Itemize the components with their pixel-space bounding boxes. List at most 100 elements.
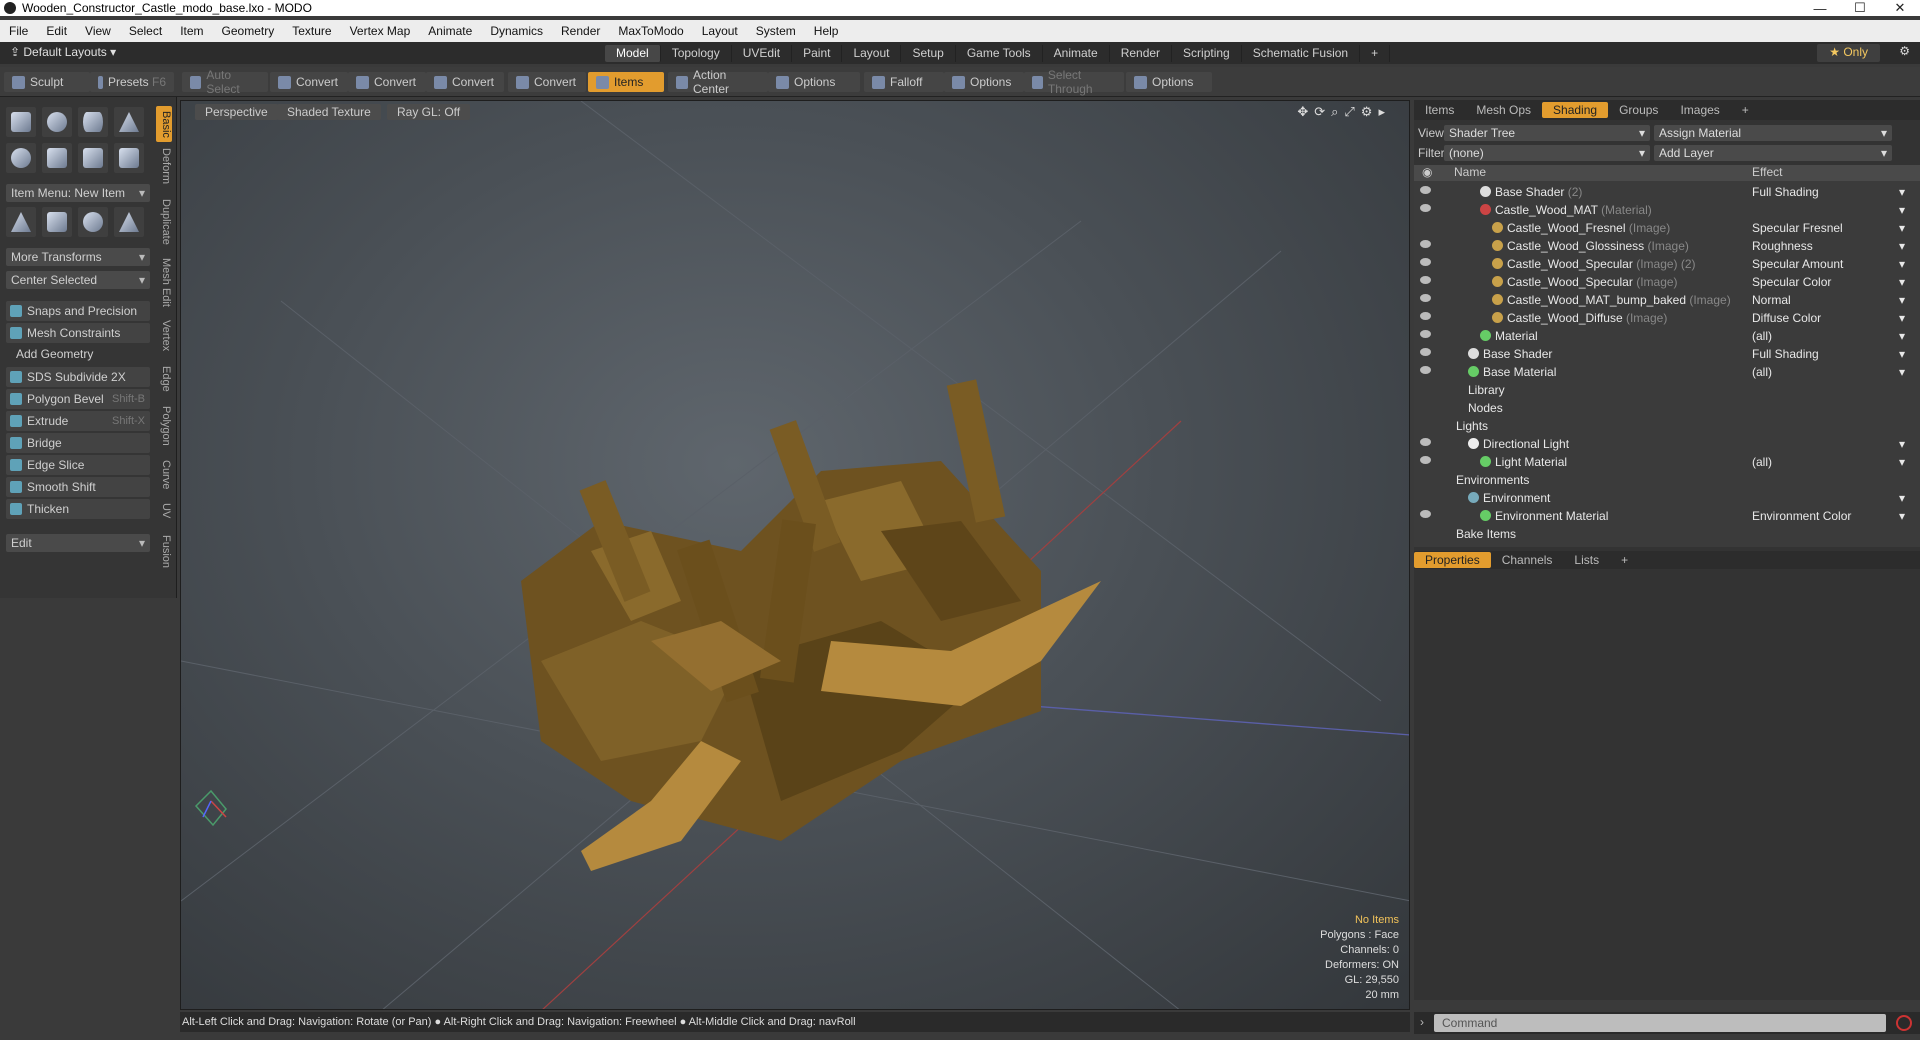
- transform-tool[interactable]: [6, 207, 36, 237]
- tab-game-tools[interactable]: Game Tools: [956, 45, 1043, 62]
- only-toggle[interactable]: ★ Only: [1817, 44, 1880, 62]
- effect-select[interactable]: [1749, 527, 1907, 543]
- 3d-viewport[interactable]: Perspective Shaded Texture Ray GL: Off ✥…: [180, 100, 1410, 1010]
- items-mode-button[interactable]: Items: [588, 72, 664, 92]
- name-column-header[interactable]: Name: [1454, 165, 1486, 179]
- effect-select[interactable]: Specular Fresnel: [1749, 221, 1907, 237]
- effect-select[interactable]: Specular Amount: [1749, 257, 1907, 273]
- visibility-eye-icon[interactable]: [1420, 510, 1431, 518]
- tree-row[interactable]: Castle_Wood_Glossiness (Image) Roughness: [1414, 237, 1920, 255]
- effect-select[interactable]: (all): [1749, 365, 1907, 381]
- thicken-button[interactable]: Thicken: [6, 499, 150, 519]
- tube-tool[interactable]: [42, 143, 72, 173]
- view-select[interactable]: Shader Tree: [1444, 125, 1650, 141]
- tree-row[interactable]: Material (all): [1414, 327, 1920, 345]
- tab-items[interactable]: Items: [1414, 102, 1465, 118]
- tab-lists[interactable]: Lists: [1563, 552, 1610, 568]
- grid-tool[interactable]: [42, 207, 72, 237]
- visibility-eye-icon[interactable]: [1420, 366, 1431, 374]
- tab-setup[interactable]: Setup: [901, 45, 956, 62]
- tree-row[interactable]: Light Material (all): [1414, 453, 1920, 471]
- effect-select[interactable]: Specular Color: [1749, 275, 1907, 291]
- visibility-eye-icon[interactable]: [1420, 204, 1431, 212]
- vtab-deform[interactable]: Deform: [156, 146, 172, 186]
- torus-tool[interactable]: [6, 143, 36, 173]
- add-tab-icon[interactable]: +: [1360, 45, 1391, 62]
- visibility-eye-icon[interactable]: [1420, 240, 1431, 248]
- tab-channels[interactable]: Channels: [1491, 552, 1564, 568]
- tab-paint[interactable]: Paint: [792, 45, 843, 62]
- default-layouts-dropdown[interactable]: ⇪ Default Layouts ▾: [10, 45, 116, 59]
- add-layer-select[interactable]: Add Layer: [1654, 145, 1892, 161]
- sds-subdivide-button[interactable]: SDS Subdivide 2X: [6, 367, 150, 387]
- effect-select[interactable]: Roughness: [1749, 239, 1907, 255]
- tree-row[interactable]: Castle_Wood_MAT_bump_baked (Image) Normal: [1414, 291, 1920, 309]
- visibility-eye-icon[interactable]: [1420, 330, 1431, 338]
- add-geometry-section[interactable]: Add Geometry: [6, 347, 150, 365]
- effect-select[interactable]: Normal: [1749, 293, 1907, 309]
- convert-button-4[interactable]: Convert: [508, 72, 586, 92]
- vtab-vertex[interactable]: Vertex: [156, 318, 172, 354]
- vtab-edge[interactable]: Edge: [156, 364, 172, 394]
- options-button-3[interactable]: Options: [1126, 72, 1212, 92]
- effect-select[interactable]: Full Shading: [1749, 347, 1907, 363]
- tab-groups[interactable]: Groups: [1608, 102, 1669, 118]
- vtab-fusion[interactable]: Fusion: [156, 532, 172, 572]
- edge-slice-button[interactable]: Edge Slice: [6, 455, 150, 475]
- tab-animate[interactable]: Animate: [1043, 45, 1110, 62]
- pyramid-tool[interactable]: [114, 207, 144, 237]
- visibility-eye-icon[interactable]: [1420, 276, 1431, 284]
- menu-item[interactable]: Item: [171, 24, 212, 38]
- effect-column-header[interactable]: Effect: [1752, 165, 1782, 179]
- center-selected-dropdown[interactable]: Center Selected: [6, 271, 150, 289]
- menu-texture[interactable]: Texture: [283, 24, 340, 38]
- menu-dynamics[interactable]: Dynamics: [481, 24, 552, 38]
- sphere-tool[interactable]: [42, 107, 72, 137]
- visibility-eye-icon[interactable]: [1420, 312, 1431, 320]
- tab-scripting[interactable]: Scripting: [1172, 45, 1242, 62]
- menu-system[interactable]: System: [747, 24, 805, 38]
- tab-shading[interactable]: Shading: [1542, 102, 1609, 118]
- minimize-icon[interactable]: —: [1800, 0, 1840, 16]
- mesh-constraints-button[interactable]: Mesh Constraints: [6, 323, 150, 343]
- action-center-button[interactable]: Action Center: [668, 68, 768, 96]
- presets-button[interactable]: Presets F6: [90, 72, 174, 92]
- vtab-curve[interactable]: Curve: [156, 458, 172, 492]
- tree-row[interactable]: Castle_Wood_Specular (Image) (2) Specular…: [1414, 255, 1920, 273]
- menu-edit[interactable]: Edit: [37, 24, 76, 38]
- record-icon[interactable]: [1896, 1015, 1912, 1031]
- tab-properties[interactable]: Properties: [1414, 552, 1491, 568]
- options-button-2[interactable]: Options: [944, 72, 1024, 92]
- menu-maxtomodo[interactable]: MaxToModo: [609, 24, 692, 38]
- pen-tool[interactable]: [78, 143, 108, 173]
- cylinder-tool[interactable]: [78, 107, 108, 137]
- visibility-eye-icon[interactable]: [1420, 258, 1431, 266]
- command-input[interactable]: Command: [1434, 1014, 1886, 1032]
- smooth-shift-button[interactable]: Smooth Shift: [6, 477, 150, 497]
- effect-select[interactable]: Full Shading: [1749, 185, 1907, 201]
- effect-select[interactable]: [1749, 419, 1907, 435]
- filter-select[interactable]: (none): [1444, 145, 1650, 161]
- extrude-button[interactable]: Extrude Shift-X: [6, 411, 150, 431]
- options-button-1[interactable]: Options: [768, 72, 860, 92]
- vtab-polygon[interactable]: Polygon: [156, 404, 172, 448]
- vtab-basic[interactable]: Basic: [156, 106, 172, 142]
- text-tool[interactable]: [114, 143, 144, 173]
- effect-select[interactable]: (all): [1749, 329, 1907, 345]
- snaps-precision-button[interactable]: Snaps and Precision: [6, 301, 150, 321]
- maximize-icon[interactable]: ☐: [1840, 0, 1880, 16]
- effect-select[interactable]: Diffuse Color: [1749, 311, 1907, 327]
- sculpt-button[interactable]: Sculpt: [4, 72, 90, 92]
- visibility-eye-icon[interactable]: [1420, 438, 1431, 446]
- tab-render[interactable]: Render: [1110, 45, 1173, 62]
- tree-row[interactable]: Library: [1414, 381, 1920, 399]
- tree-row[interactable]: Castle_Wood_MAT (Material): [1414, 201, 1920, 219]
- effect-select[interactable]: [1749, 437, 1907, 453]
- item-menu-dropdown[interactable]: Item Menu: New Item: [6, 184, 150, 202]
- effect-select[interactable]: Environment Color: [1749, 509, 1907, 525]
- vtab-mesh-edit[interactable]: Mesh Edit: [156, 256, 172, 308]
- effect-select[interactable]: [1749, 383, 1907, 399]
- tree-row[interactable]: Environment: [1414, 489, 1920, 507]
- add-tab-icon[interactable]: +: [1731, 102, 1760, 118]
- menu-view[interactable]: View: [76, 24, 120, 38]
